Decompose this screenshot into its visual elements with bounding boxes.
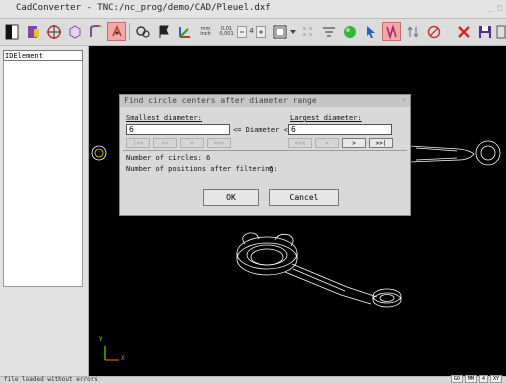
unit-label: mm inch — [200, 25, 211, 37]
path-icon[interactable] — [382, 22, 401, 41]
ok-button[interactable]: OK — [203, 189, 259, 206]
window-title: CadConverter - TNC:/nc_prog/demo/CAD/Ple… — [16, 3, 271, 13]
dialog-divider — [123, 150, 407, 151]
number-of-circles-label: Number of circles: 6 — [126, 154, 211, 162]
smallest-diameter-input[interactable]: 6 — [126, 124, 230, 135]
largest-diameter-input[interactable]: 6 — [288, 124, 392, 135]
positions-icon[interactable] — [107, 22, 126, 41]
precision-increase-button[interactable] — [256, 22, 266, 41]
element-list[interactable] — [3, 61, 83, 287]
nav-next-page-button[interactable]: >>> — [207, 138, 231, 148]
element-list-header[interactable]: IDElement — [3, 50, 83, 61]
dialog-close-icon[interactable]: × — [402, 96, 406, 104]
positions-after-filtering-value: 6 — [269, 165, 274, 173]
sort-icon[interactable] — [403, 22, 422, 41]
precision-toggle[interactable]: 0,01 0,001 — [217, 22, 236, 41]
positions-after-filtering-label: Number of positions after filtering: — [126, 165, 278, 173]
contour-icon[interactable] — [86, 22, 105, 41]
view-dropdown-icon[interactable] — [289, 22, 297, 41]
diameter-range-label: <= Diameter <= — [233, 126, 293, 134]
nav-back-button[interactable]: < — [315, 138, 339, 148]
clipboard-icon[interactable] — [496, 22, 506, 41]
grid-icon[interactable] — [298, 22, 317, 41]
nav-forward-button[interactable]: > — [342, 138, 366, 148]
nav-previous-page-button[interactable]: << — [153, 138, 177, 148]
smallest-diameter-label: Smallest diameter: — [126, 114, 202, 122]
precision-value: 4 — [249, 27, 254, 35]
precision-label: 0,01 0,001 — [219, 25, 234, 37]
find-circle-centers-dialog: Find circle centers after diameter range… — [119, 94, 411, 216]
workpiece-icon[interactable] — [65, 22, 84, 41]
axis-icon[interactable] — [175, 22, 194, 41]
filter-icon[interactable] — [319, 22, 338, 41]
layer-icon[interactable] — [2, 22, 21, 41]
nav-last-button[interactable]: >>| — [369, 138, 393, 148]
nav-first-button[interactable]: |<< — [126, 138, 150, 148]
dialog-title-bar: Find circle centers after diameter range… — [120, 95, 410, 107]
precision-decrease-button[interactable] — [237, 22, 247, 41]
axis-x-label: X — [121, 355, 125, 362]
element-icon[interactable] — [23, 22, 42, 41]
toolbar-separator — [129, 23, 130, 40]
title-bar: CadConverter - TNC:/nc_prog/demo/CAD/Ple… — [0, 0, 506, 19]
cursor-icon[interactable] — [361, 22, 380, 41]
origin-icon[interactable] — [44, 22, 63, 41]
zoom-icon[interactable] — [133, 22, 152, 41]
nav-previous-button[interactable]: < — [180, 138, 204, 148]
cancel-button[interactable]: Cancel — [269, 189, 339, 206]
view-icon[interactable] — [270, 22, 289, 41]
toolbar: mm inch 0,01 0,001 4 — [0, 19, 506, 46]
largest-diameter-label: Largest diameter: — [290, 114, 362, 122]
dialog-title: Find circle centers after diameter range — [124, 96, 317, 105]
nav-back-page-button[interactable]: <<< — [288, 138, 312, 148]
axis-y-label: Y — [99, 336, 103, 343]
sphere-icon[interactable] — [340, 22, 359, 41]
unit-toggle[interactable]: mm inch — [196, 22, 215, 41]
save-icon[interactable] — [475, 22, 494, 41]
close-icon[interactable] — [454, 22, 473, 41]
flag-icon[interactable] — [154, 22, 173, 41]
element-list-panel: IDElement — [0, 46, 89, 376]
window-controls[interactable]: _ □ — [488, 3, 502, 12]
clear-icon[interactable] — [424, 22, 443, 41]
